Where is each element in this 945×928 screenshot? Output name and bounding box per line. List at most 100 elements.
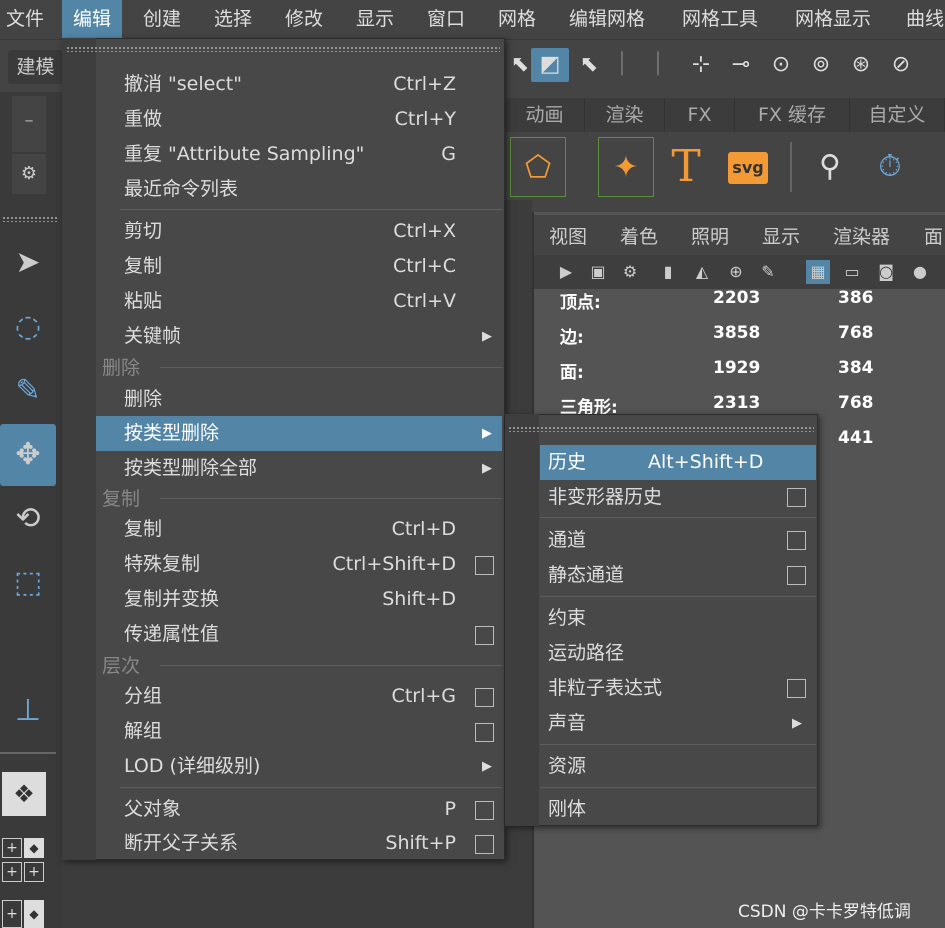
vp-menu-lighting[interactable]: 照明: [691, 222, 729, 249]
menu-create[interactable]: 创建: [143, 0, 181, 38]
submenu-item-constraints[interactable]: 约束: [540, 601, 816, 636]
submenu-item-assets[interactable]: 资源: [540, 749, 816, 784]
menu-item-paste[interactable]: 粘贴 Ctrl+V: [96, 284, 502, 319]
menu-item-copy[interactable]: 复制 Ctrl+C: [96, 249, 502, 284]
menu-item-repeat[interactable]: 重复 "Attribute Sampling" G: [96, 137, 502, 172]
menu-item-redo[interactable]: 重做 Ctrl+Y: [96, 102, 502, 137]
shelf-tab-fx-cache[interactable]: FX 缓存: [735, 98, 850, 132]
snap-live-icon[interactable]: ⊛: [846, 48, 876, 82]
camera-icon[interactable]: ▶: [554, 260, 578, 284]
submenu-tearoff[interactable]: [508, 426, 814, 432]
option-box-icon[interactable]: [787, 531, 806, 550]
menu-item-duplicate[interactable]: 复制 Ctrl+D: [96, 512, 502, 547]
bookmark-icon[interactable]: ▮: [656, 260, 680, 284]
svg-tool-icon[interactable]: svg: [728, 152, 768, 184]
edit-menu-tearoff[interactable]: [66, 46, 500, 52]
option-box-icon[interactable]: [787, 566, 806, 585]
gate-mask-icon[interactable]: ●: [908, 260, 932, 284]
sweep-mesh-icon[interactable]: ⚲: [802, 137, 858, 197]
layout-plus4-icon[interactable]: +: [2, 900, 22, 928]
menu-item-undo[interactable]: 撤消 "select" Ctrl+Z: [96, 67, 502, 102]
layout-diamond2-icon[interactable]: ◆: [24, 900, 44, 928]
menu-mesh-display[interactable]: 网格显示: [795, 0, 871, 38]
move-tool-icon[interactable]: ✥: [0, 424, 56, 486]
option-box-icon[interactable]: [787, 679, 806, 698]
menu-item-duplicate-with-transform[interactable]: 复制并变换 Shift+D: [96, 582, 502, 617]
vp-menu-renderer[interactable]: 渲染器: [833, 222, 890, 249]
grid-toggle-icon[interactable]: ▦: [806, 260, 830, 284]
layout-plus2-icon[interactable]: +: [2, 862, 22, 882]
menu-item-ungroup[interactable]: 解组: [96, 714, 502, 749]
option-box-icon[interactable]: [475, 835, 494, 854]
shelf-tab-custom[interactable]: 自定义: [850, 98, 945, 132]
grease-pencil-icon[interactable]: ✎: [756, 260, 780, 284]
camera-attributes-icon[interactable]: ⚙: [618, 260, 642, 284]
shelf-tab-fx[interactable]: FX: [665, 98, 735, 132]
settings-gear-icon[interactable]: ⚙: [12, 154, 46, 194]
scale-tool-icon[interactable]: ⬚: [0, 552, 56, 614]
menu-display[interactable]: 显示: [356, 0, 394, 38]
mode-selector[interactable]: 建模: [8, 50, 63, 84]
menu-item-cut[interactable]: 剪切 Ctrl+X: [96, 214, 502, 249]
submenu-item-rigid-bodies[interactable]: 刚体: [540, 792, 816, 827]
vp-menu-view[interactable]: 视图: [549, 222, 587, 249]
option-box-icon[interactable]: [475, 626, 494, 645]
menu-mesh[interactable]: 网格: [498, 0, 536, 38]
layout-single-icon[interactable]: ❖: [2, 772, 46, 816]
menu-item-recent-commands[interactable]: 最近命令列表: [96, 172, 502, 207]
menu-curves[interactable]: 曲线: [906, 0, 944, 38]
vp-menu-show[interactable]: 显示: [762, 222, 800, 249]
menu-select[interactable]: 选择: [214, 0, 252, 38]
menu-item-keys[interactable]: 关键帧 ▶: [96, 319, 502, 354]
menu-item-lod[interactable]: LOD (详细级别) ▶: [96, 749, 502, 784]
layout-plus-icon[interactable]: +: [2, 838, 22, 858]
submenu-item-sounds[interactable]: 声音 ▶: [540, 706, 816, 741]
minimize-icon[interactable]: –: [12, 96, 46, 152]
menu-item-delete-by-type[interactable]: 按类型删除 ▶: [96, 416, 502, 451]
vp-menu-shading[interactable]: 着色: [620, 222, 658, 249]
menu-edit-mesh[interactable]: 编辑网格: [569, 0, 645, 38]
shelf-tab-animation[interactable]: 动画: [505, 98, 585, 132]
option-box-icon[interactable]: [787, 488, 806, 507]
snap-curve-icon[interactable]: ⊸: [726, 48, 756, 82]
rotate-tool-icon[interactable]: ⟲: [0, 488, 56, 550]
menu-item-delete[interactable]: 删除: [96, 382, 502, 417]
menu-item-duplicate-special[interactable]: 特殊复制 Ctrl+Shift+D: [96, 547, 502, 582]
submenu-item-motion-paths[interactable]: 运动路径: [540, 636, 816, 671]
menu-item-unparent[interactable]: 断开父子关系 Shift+P: [96, 826, 502, 861]
resolution-gate-icon[interactable]: ◙: [874, 260, 898, 284]
menu-mesh-tools[interactable]: 网格工具: [682, 0, 758, 38]
star-shape-icon[interactable]: ✦: [598, 137, 654, 197]
lock-camera-icon[interactable]: ▣: [586, 260, 610, 284]
menu-window[interactable]: 窗口: [427, 0, 465, 38]
snap-grid-icon[interactable]: ⊹: [686, 48, 716, 82]
delete-history-icon[interactable]: ⏱: [862, 137, 918, 197]
select-tool-icon[interactable]: ➤: [0, 232, 56, 294]
film-gate-icon[interactable]: ▭: [840, 260, 864, 284]
paint-select-tool-icon[interactable]: ✎: [0, 360, 56, 422]
menu-item-parent[interactable]: 父对象 P: [96, 792, 502, 827]
submenu-item-static-channels[interactable]: 静态通道: [540, 558, 816, 593]
layout-plus3-icon[interactable]: +: [24, 862, 44, 882]
2d-pan-zoom-icon[interactable]: ⊕: [724, 260, 748, 284]
platonic-solid-icon[interactable]: ⬠: [510, 137, 566, 197]
submenu-item-history[interactable]: 历史 Alt+Shift+D: [540, 445, 816, 480]
toolbox-grip[interactable]: [2, 216, 58, 222]
submenu-item-non-particle-expressions[interactable]: 非粒子表达式: [540, 671, 816, 706]
option-box-icon[interactable]: [475, 688, 494, 707]
menu-item-delete-all-by-type[interactable]: 按类型删除全部 ▶: [96, 451, 502, 486]
menu-item-transfer-attribute-values[interactable]: 传递属性值: [96, 617, 502, 652]
option-box-icon[interactable]: [475, 723, 494, 742]
shelf-tab-rendering[interactable]: 渲染: [585, 98, 665, 132]
submenu-item-non-deformer-history[interactable]: 非变形器历史: [540, 480, 816, 515]
option-box-icon[interactable]: [475, 556, 494, 575]
show-manipulator-icon[interactable]: ⊥: [0, 680, 56, 742]
menu-edit[interactable]: 编辑: [62, 0, 123, 38]
menu-item-group[interactable]: 分组 Ctrl+G: [96, 679, 502, 714]
lasso-tool-icon[interactable]: ◌: [0, 296, 56, 358]
snap-surface-icon[interactable]: ⊘: [886, 48, 916, 82]
image-plane-icon[interactable]: ◭: [690, 260, 714, 284]
layout-diamond-icon[interactable]: ◆: [24, 838, 44, 858]
snap-point-icon[interactable]: ⊙: [766, 48, 796, 82]
text-tool-icon[interactable]: T: [658, 137, 714, 197]
